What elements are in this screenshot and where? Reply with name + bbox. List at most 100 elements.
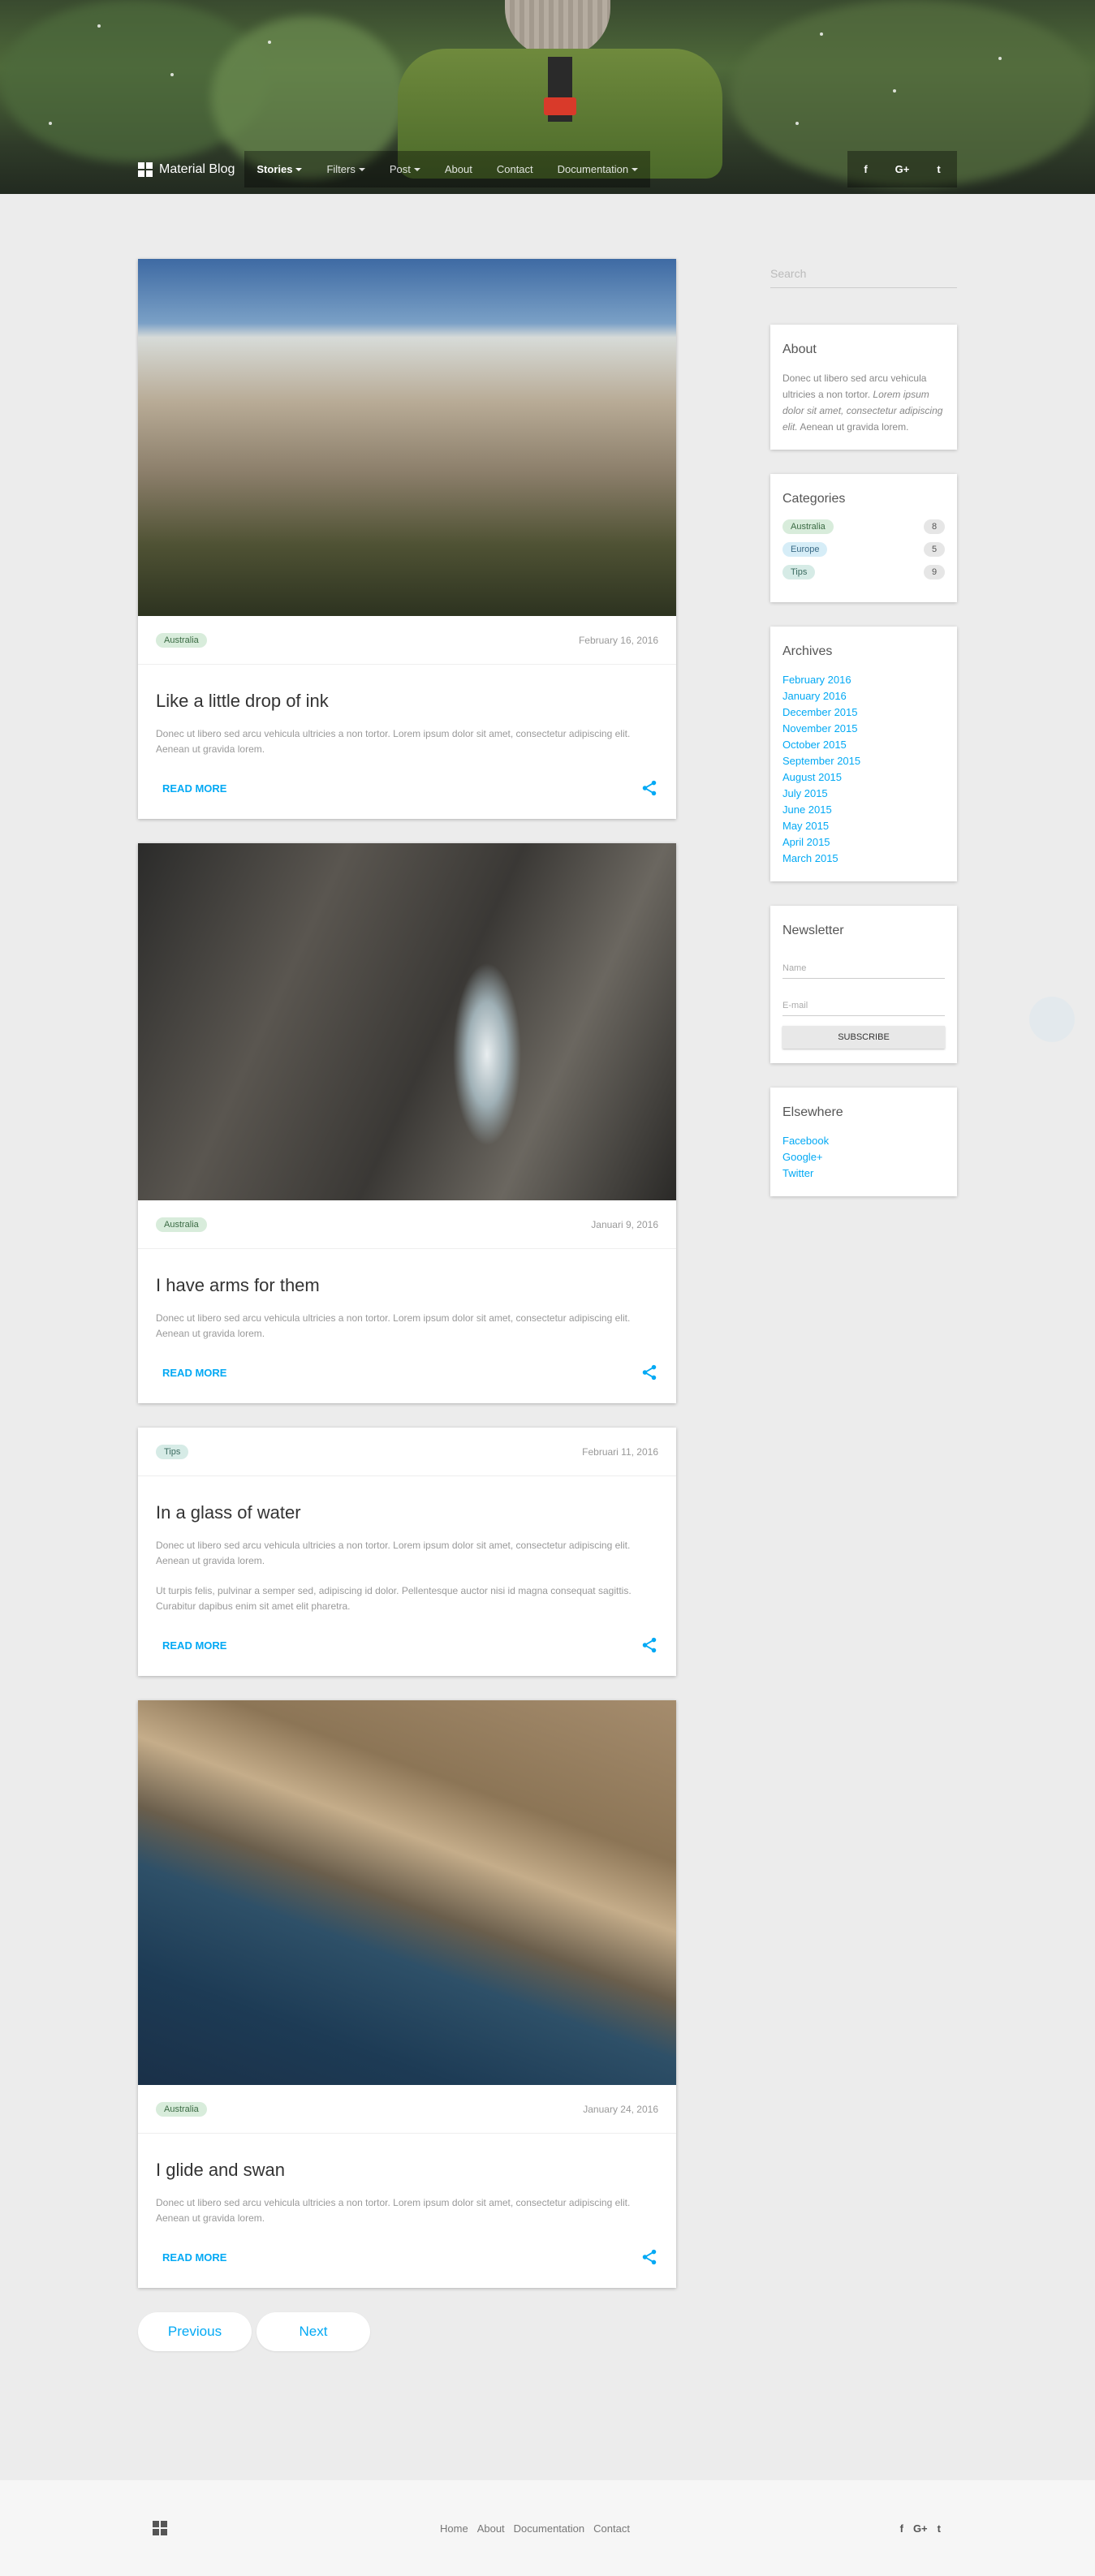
archive-link[interactable]: September 2015 xyxy=(782,753,945,769)
post-actions: READ MORE xyxy=(156,772,658,804)
post-title[interactable]: In a glass of water xyxy=(156,1502,658,1523)
share-icon[interactable] xyxy=(640,779,658,797)
archive-link[interactable]: May 2015 xyxy=(782,818,945,834)
nav-link-documentation[interactable]: Documentation xyxy=(545,151,650,187)
post-card: Australia February 16, 2016 Like a little … xyxy=(138,259,676,819)
post-card: Australia Januari 9, 2016 I have arms for … xyxy=(138,843,676,1403)
post-date: Januari 9, 2016 xyxy=(591,1218,658,1230)
category-item[interactable]: Australia 8 xyxy=(782,519,945,534)
category-label: Europe xyxy=(782,542,828,557)
post-excerpt: Ut turpis felis, pulvinar a semper sed, … xyxy=(156,1585,632,1612)
post-title[interactable]: I glide and swan xyxy=(156,2160,658,2181)
widget-title: Archives xyxy=(782,644,833,658)
archive-link[interactable]: November 2015 xyxy=(782,721,945,737)
widget-title: Elsewhere xyxy=(782,1105,843,1119)
google-plus-icon[interactable]: G+ xyxy=(913,2522,928,2535)
share-icon[interactable] xyxy=(640,1636,658,1654)
floating-action-button[interactable] xyxy=(1029,997,1075,1042)
brand-title: Material Blog xyxy=(159,162,235,176)
post-excerpt: Donec ut libero sed arcu vehicula ultric… xyxy=(156,1540,631,1566)
elsewhere-link[interactable]: Google+ xyxy=(782,1149,945,1165)
caret-down-icon xyxy=(413,167,420,171)
post-image[interactable] xyxy=(138,843,676,1200)
post-date: January 24, 2016 xyxy=(583,2103,658,2115)
category-label: Australia xyxy=(782,519,834,534)
nav-links: Stories Filters Post About Contact Documentat… xyxy=(244,151,651,187)
brand[interactable]: Material Blog xyxy=(138,151,244,187)
nav-link-contact[interactable]: Contact xyxy=(485,151,545,187)
twitter-icon[interactable]: t xyxy=(938,2522,941,2535)
share-icon[interactable] xyxy=(640,1363,658,1381)
footer-link-about[interactable]: About xyxy=(477,2522,505,2535)
post-meta: Tips Februari 11, 2016 xyxy=(138,1428,676,1476)
category-item[interactable]: Tips 9 xyxy=(782,565,945,579)
facebook-icon[interactable]: f xyxy=(900,2522,903,2535)
footer-link-home[interactable]: Home xyxy=(440,2522,468,2535)
subscribe-button[interactable]: SUBSCRIBE xyxy=(782,1026,945,1049)
categories-widget: Categories Australia 8 Europe 5 Tips 9 xyxy=(770,474,957,602)
next-button[interactable]: Next xyxy=(257,2312,370,2351)
archive-link[interactable]: April 2015 xyxy=(782,834,945,851)
post-title[interactable]: Like a little drop of ink xyxy=(156,691,658,712)
category-count: 5 xyxy=(924,542,945,557)
nav-link-filters[interactable]: Filters xyxy=(314,151,377,187)
footer-link-contact[interactable]: Contact xyxy=(593,2522,630,2535)
previous-button[interactable]: Previous xyxy=(138,2312,252,2351)
post-meta: Australia February 16, 2016 xyxy=(138,616,676,665)
footer-links: Home About Documentation Contact xyxy=(440,2522,639,2535)
widget-title: Newsletter xyxy=(782,924,844,937)
about-widget: About Donec ut libero sed arcu vehicula … xyxy=(770,325,957,450)
nav-link-label: About xyxy=(444,163,472,175)
post-list: Australia February 16, 2016 Like a little … xyxy=(138,259,676,2351)
caret-down-icon xyxy=(295,167,303,171)
category-count: 8 xyxy=(924,519,945,534)
category-item[interactable]: Europe 5 xyxy=(782,542,945,557)
nav-link-label: Post xyxy=(389,163,411,175)
category-label: Tips xyxy=(782,565,816,579)
category-badge[interactable]: Tips xyxy=(156,1444,189,1459)
post-image[interactable] xyxy=(138,1700,676,2085)
elsewhere-link[interactable]: Facebook xyxy=(782,1133,945,1149)
archive-link[interactable]: January 2016 xyxy=(782,688,945,704)
archive-link[interactable]: July 2015 xyxy=(782,786,945,802)
archive-link[interactable]: December 2015 xyxy=(782,704,945,721)
archive-link[interactable]: October 2015 xyxy=(782,737,945,753)
post-body: Like a little drop of ink Donec ut libero… xyxy=(138,665,676,819)
read-more-button[interactable]: READ MORE xyxy=(156,2251,233,2264)
navbar: Material Blog Stories Filters Post About Con… xyxy=(138,151,957,187)
read-more-button[interactable]: READ MORE xyxy=(156,782,233,795)
share-icon[interactable] xyxy=(640,2248,658,2266)
category-badge[interactable]: Australia xyxy=(156,1217,207,1232)
post-excerpt: Donec ut libero sed arcu vehicula ultric… xyxy=(156,2197,631,2224)
read-more-button[interactable]: READ MORE xyxy=(156,1639,233,1652)
category-count: 9 xyxy=(924,565,945,579)
post-date: Februari 11, 2016 xyxy=(582,1445,658,1458)
read-more-button[interactable]: READ MORE xyxy=(156,1367,233,1379)
post-image[interactable] xyxy=(138,259,676,616)
pager: Previous Next xyxy=(138,2312,676,2351)
category-badge[interactable]: Australia xyxy=(156,632,207,648)
twitter-icon[interactable]: t xyxy=(920,163,957,175)
category-badge[interactable]: Australia xyxy=(156,2101,207,2117)
elsewhere-link[interactable]: Twitter xyxy=(782,1165,945,1182)
post-title[interactable]: I have arms for them xyxy=(156,1275,658,1296)
dashboard-icon[interactable] xyxy=(153,2521,167,2535)
sidebar: Search About Donec ut libero sed arcu ve… xyxy=(770,259,957,1221)
archive-link[interactable]: August 2015 xyxy=(782,769,945,786)
footer-link-documentation[interactable]: Documentation xyxy=(514,2522,584,2535)
archive-link[interactable]: March 2015 xyxy=(782,851,945,867)
footer-social: f G+ t xyxy=(890,2522,941,2535)
facebook-icon[interactable]: f xyxy=(847,163,884,175)
email-field[interactable]: E-mail xyxy=(782,989,945,1016)
nav-link-post[interactable]: Post xyxy=(377,151,433,187)
archive-link[interactable]: February 2016 xyxy=(782,672,945,688)
name-field[interactable]: Name xyxy=(782,951,945,979)
nav-link-stories[interactable]: Stories xyxy=(244,151,314,187)
post-card: Tips Februari 11, 2016 In a glass of water… xyxy=(138,1428,676,1676)
nav-link-about[interactable]: About xyxy=(433,151,485,187)
caret-down-icon xyxy=(632,167,639,171)
archive-link[interactable]: June 2015 xyxy=(782,802,945,818)
search-input[interactable]: Search xyxy=(770,259,957,288)
google-plus-icon[interactable]: G+ xyxy=(884,163,920,175)
nav-social: f G+ t xyxy=(847,151,957,187)
